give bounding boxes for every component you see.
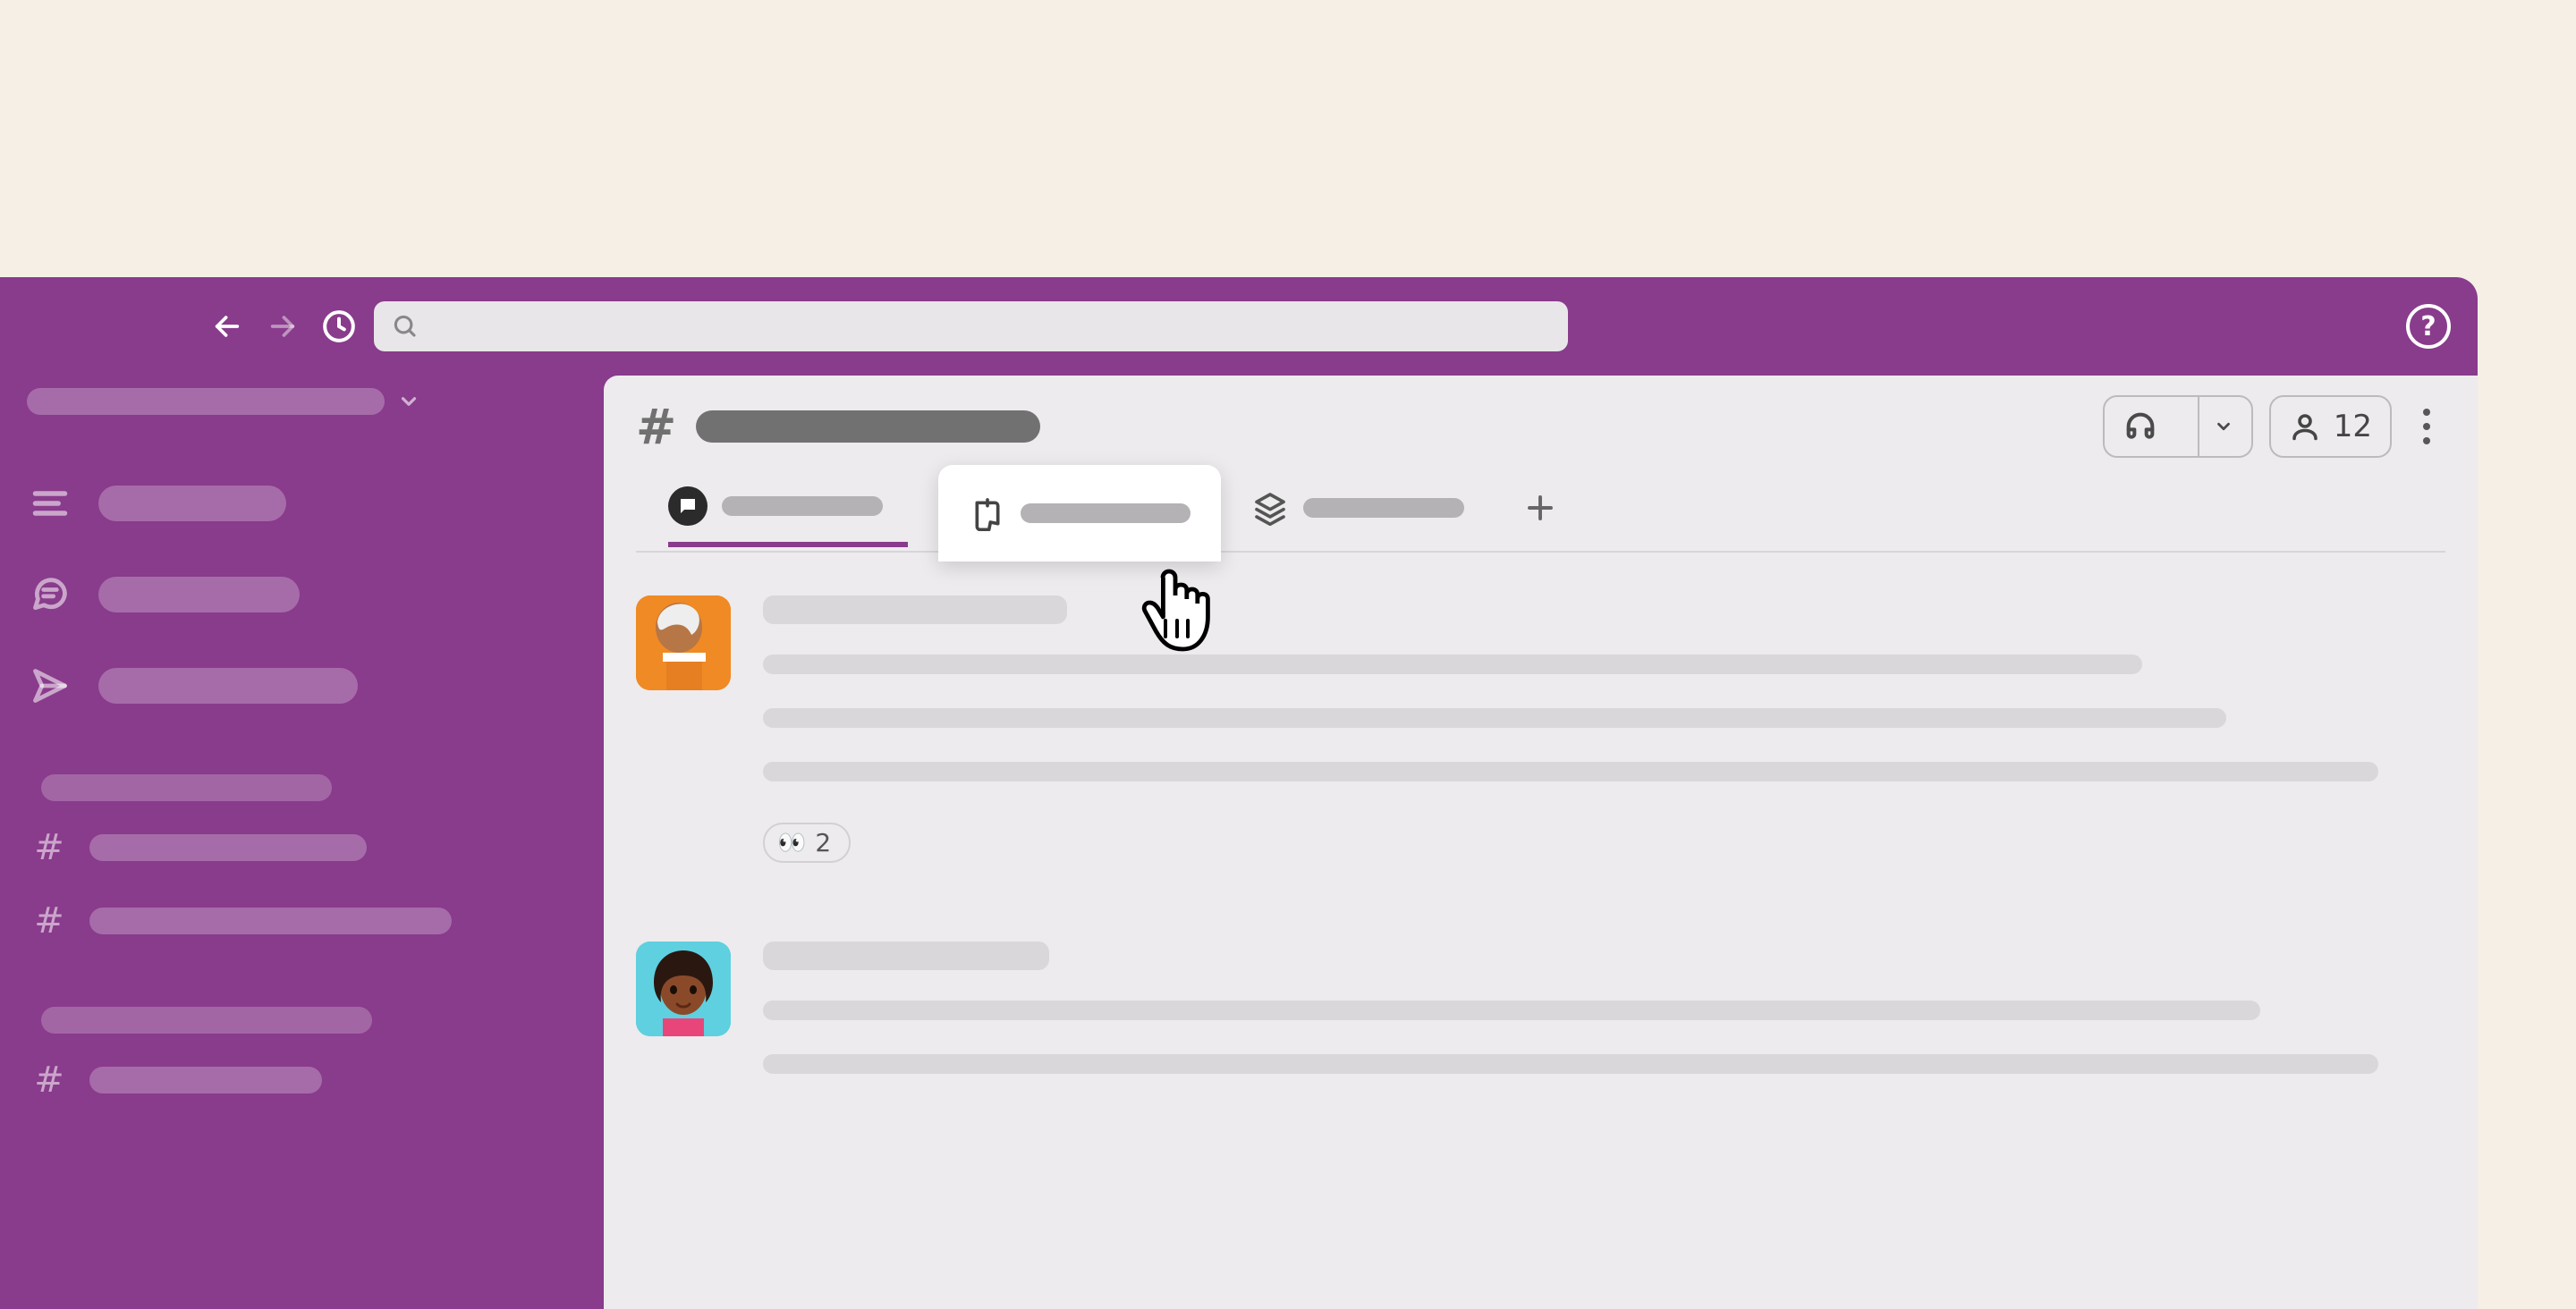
layers-icon	[1251, 489, 1289, 527]
send-icon	[27, 663, 73, 709]
message-icon	[668, 486, 708, 526]
sidebar-channel-item[interactable]: #	[30, 819, 577, 876]
more-actions-button[interactable]	[2408, 409, 2445, 444]
tab-label-placeholder	[1021, 503, 1191, 523]
hash-icon: #	[30, 1060, 68, 1101]
dot-icon	[2423, 409, 2430, 416]
sidebar-item-label	[98, 668, 358, 704]
topbar: ?	[0, 277, 2478, 376]
reaction-count: 2	[815, 828, 831, 857]
tab-label-placeholder	[722, 496, 883, 516]
eyes-emoji-icon: 👀	[777, 830, 806, 857]
canvas-icon	[969, 494, 1006, 532]
sidebar-item-label	[98, 577, 300, 612]
message-item[interactable]	[636, 942, 2445, 1108]
app-body: # # # #	[0, 376, 2478, 1309]
huddle-button[interactable]	[2103, 395, 2253, 458]
lines-icon	[27, 480, 73, 527]
sidebar-section-header[interactable]	[41, 1007, 372, 1034]
search-bar[interactable]	[374, 301, 1568, 351]
sidebar-channel-item[interactable]: #	[30, 892, 577, 950]
message-line-placeholder	[763, 762, 2378, 781]
sidebar-channel-label	[89, 834, 367, 861]
sidebar-item-threads[interactable]	[27, 560, 577, 629]
help-button[interactable]: ?	[2406, 304, 2451, 349]
workspace-switcher[interactable]	[27, 388, 577, 415]
message-author-placeholder	[763, 595, 1067, 624]
message-line-placeholder	[763, 1054, 2378, 1074]
main-panel: #	[604, 376, 2478, 1309]
person-icon	[2289, 410, 2321, 443]
tab-messages[interactable]	[668, 470, 908, 547]
avatar[interactable]	[636, 942, 731, 1036]
hash-icon: #	[30, 900, 68, 942]
message-body: 👀 2	[763, 595, 2445, 863]
members-button[interactable]: 12	[2269, 395, 2392, 458]
channel-tabs	[636, 465, 2445, 553]
message-line-placeholder	[763, 654, 2142, 674]
huddle-caret[interactable]	[2198, 397, 2233, 456]
search-icon	[392, 313, 419, 340]
forward-button[interactable]	[265, 308, 301, 344]
members-count: 12	[2334, 409, 2372, 444]
hash-icon: #	[30, 827, 68, 868]
message-body	[763, 942, 2445, 1108]
search-input[interactable]	[429, 313, 1550, 341]
channel-header: #	[604, 376, 2478, 553]
tab-canvas[interactable]	[938, 465, 1221, 562]
sidebar-item-all[interactable]	[27, 469, 577, 538]
tab-label-placeholder	[1303, 498, 1464, 518]
sidebar-section-header[interactable]	[41, 774, 332, 801]
add-tab-button[interactable]	[1520, 487, 1561, 528]
workspace-name-placeholder	[27, 388, 385, 415]
chevron-down-icon	[397, 390, 420, 413]
sidebar-channel-label	[89, 908, 452, 934]
reaction-button[interactable]: 👀 2	[763, 823, 851, 863]
message-item[interactable]: 👀 2	[636, 595, 2445, 863]
message-line-placeholder	[763, 708, 2226, 728]
sidebar-channel-item[interactable]: #	[30, 1051, 577, 1109]
sidebar-item-drafts[interactable]	[27, 651, 577, 721]
channel-hash-icon: #	[636, 399, 676, 455]
tab-files[interactable]	[1251, 469, 1489, 546]
message-author-placeholder	[763, 942, 1049, 970]
sidebar: # # #	[0, 376, 604, 1309]
slack-app-window: ?	[0, 277, 2478, 1309]
dot-icon	[2423, 437, 2430, 444]
sidebar-item-label	[98, 486, 286, 521]
history-button[interactable]	[320, 308, 358, 345]
back-button[interactable]	[209, 308, 245, 344]
message-list: 👀 2	[604, 553, 2478, 1108]
thread-icon	[27, 571, 73, 618]
message-line-placeholder	[763, 1001, 2260, 1020]
headphones-icon	[2123, 409, 2158, 444]
channel-name-placeholder[interactable]	[696, 410, 1040, 443]
sidebar-channel-label	[89, 1067, 322, 1094]
dot-icon	[2423, 423, 2430, 430]
avatar[interactable]	[636, 595, 731, 690]
